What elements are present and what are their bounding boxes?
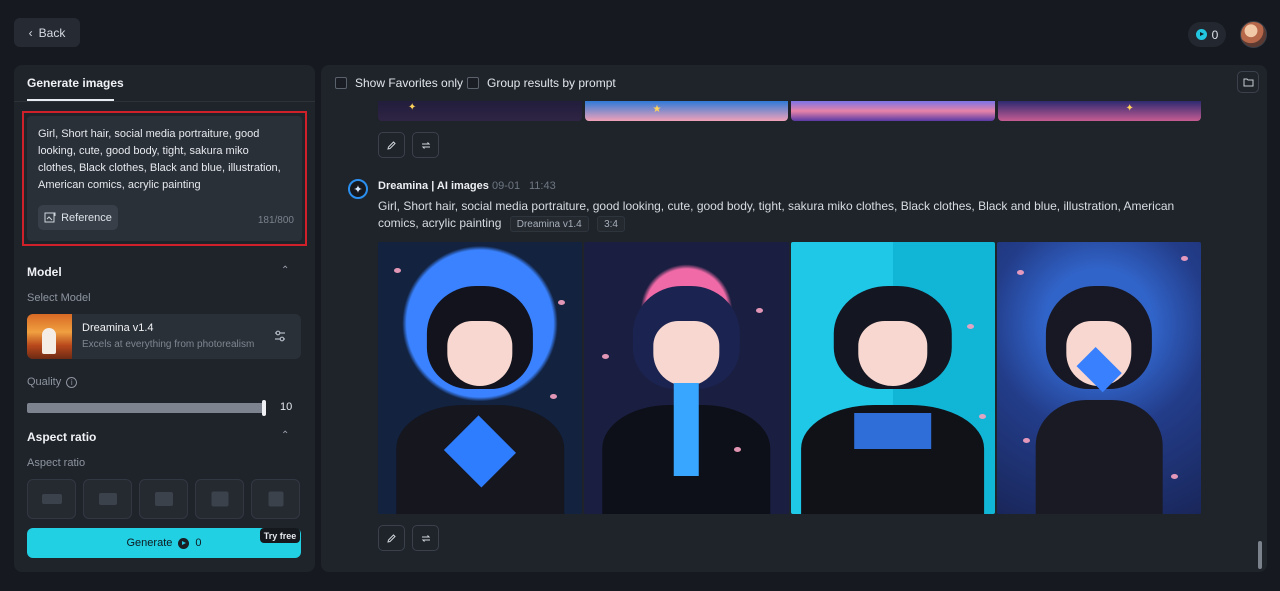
generate-label: Generate xyxy=(126,537,173,549)
model-selector[interactable]: Dreamina v1.4 Excels at everything from … xyxy=(27,314,301,359)
favorites-filter[interactable]: Show Favorites only xyxy=(335,76,463,90)
folder-button[interactable] xyxy=(1237,71,1259,93)
select-model-label: Select Model xyxy=(27,292,91,304)
result-image-thumbnail[interactable]: ★ xyxy=(584,101,788,121)
aspect-section-title: Aspect ratio xyxy=(27,430,97,444)
results-panel: Show Favorites only Group results by pro… xyxy=(321,65,1267,572)
result-time: 11:43 xyxy=(529,180,556,192)
image-reference-icon xyxy=(44,212,56,222)
tab-divider xyxy=(14,101,315,102)
model-name: Dreamina v1.4 xyxy=(82,322,154,334)
reference-button[interactable]: Reference xyxy=(38,205,118,230)
group-by-prompt-filter[interactable]: Group results by prompt xyxy=(467,76,616,90)
aspect-ratio-option[interactable] xyxy=(251,479,300,519)
quality-slider-handle[interactable] xyxy=(262,400,266,416)
user-avatar[interactable] xyxy=(1240,21,1267,48)
generate-cost: 0 xyxy=(195,537,202,549)
top-bar: ‹ Back 0 xyxy=(0,0,1280,64)
model-description: Excels at everything from photorealism xyxy=(82,339,255,350)
result-image-thumbnail[interactable] xyxy=(791,101,995,121)
tab-generate-images[interactable]: Generate images xyxy=(27,76,124,90)
aspect-ratio-label: Aspect ratio xyxy=(27,457,86,469)
chevron-left-icon: ‹ xyxy=(28,25,33,40)
result-image-thumbnail[interactable]: ✦ xyxy=(378,101,582,121)
quality-row: Quality i xyxy=(27,376,78,388)
model-tag: Dreamina v1.4 xyxy=(509,215,589,232)
quality-slider-track[interactable] xyxy=(27,403,265,413)
aspect-ratio-options xyxy=(27,479,315,519)
coin-icon xyxy=(1195,29,1207,40)
coin-icon xyxy=(178,537,190,549)
reference-label: Reference xyxy=(61,211,112,224)
aspect-ratio-option[interactable] xyxy=(83,479,132,519)
previous-result-images: ✦ ★ ✦ xyxy=(378,101,1201,121)
generated-image[interactable] xyxy=(378,242,583,514)
aspect-ratio-option[interactable] xyxy=(139,479,188,519)
model-thumbnail xyxy=(27,314,72,359)
generated-image[interactable] xyxy=(996,242,1201,514)
group-by-prompt-label: Group results by prompt xyxy=(487,76,616,90)
prompt-text[interactable]: Girl, Short hair, social media portraitu… xyxy=(38,126,288,194)
edit-button[interactable] xyxy=(378,132,405,158)
result-image-thumbnail[interactable]: ✦ xyxy=(997,101,1201,121)
prompt-highlight-box: Girl, Short hair, social media portraitu… xyxy=(22,111,307,246)
try-free-badge: Try free xyxy=(260,528,300,543)
prompt-input[interactable]: Girl, Short hair, social media portraitu… xyxy=(27,116,302,241)
chevron-up-icon[interactable]: ⌃ xyxy=(281,265,291,276)
regenerate-button[interactable] xyxy=(412,525,439,551)
repeat-icon xyxy=(421,534,430,542)
generated-image[interactable] xyxy=(790,242,995,514)
favorites-filter-label: Show Favorites only xyxy=(355,76,464,90)
pencil-icon xyxy=(387,533,396,543)
edit-button[interactable] xyxy=(378,525,405,551)
credits-count: 0 xyxy=(1211,27,1219,42)
result-prompt-text: Girl, Short hair, social media portraitu… xyxy=(378,199,1175,230)
group-by-prompt-checkbox[interactable] xyxy=(467,77,479,89)
aspect-ratio-option[interactable] xyxy=(27,479,76,519)
bot-name: Dreamina | AI images xyxy=(378,180,489,192)
quality-label: Quality xyxy=(27,376,62,388)
ratio-tag: 3:4 xyxy=(597,215,625,232)
model-section-title: Model xyxy=(27,265,62,279)
generated-image[interactable] xyxy=(584,242,789,514)
folder-icon xyxy=(1243,78,1253,87)
credits-badge[interactable]: 0 xyxy=(1188,22,1226,47)
quality-value: 10 xyxy=(280,401,293,413)
chevron-up-icon[interactable]: ⌃ xyxy=(281,430,291,441)
info-icon[interactable]: i xyxy=(66,376,78,388)
generate-panel: Generate images Girl, Short hair, social… xyxy=(14,65,315,572)
generated-images-grid xyxy=(378,242,1201,514)
aspect-ratio-option[interactable] xyxy=(195,479,244,519)
character-counter: 181/800 xyxy=(257,215,294,226)
result-date: 09-01 xyxy=(492,180,521,192)
results-scrollbar[interactable] xyxy=(1258,541,1262,569)
regenerate-button[interactable] xyxy=(412,132,439,158)
sliders-icon[interactable] xyxy=(273,329,287,343)
dreamina-logo-icon: ✦ xyxy=(348,179,368,199)
back-button[interactable]: ‹ Back xyxy=(14,18,80,47)
result-prompt: Girl, Short hair, social media portraitu… xyxy=(378,198,1198,232)
favorites-checkbox[interactable] xyxy=(335,77,347,89)
pencil-icon xyxy=(387,140,396,150)
back-label: Back xyxy=(38,25,66,40)
repeat-icon xyxy=(421,141,430,149)
